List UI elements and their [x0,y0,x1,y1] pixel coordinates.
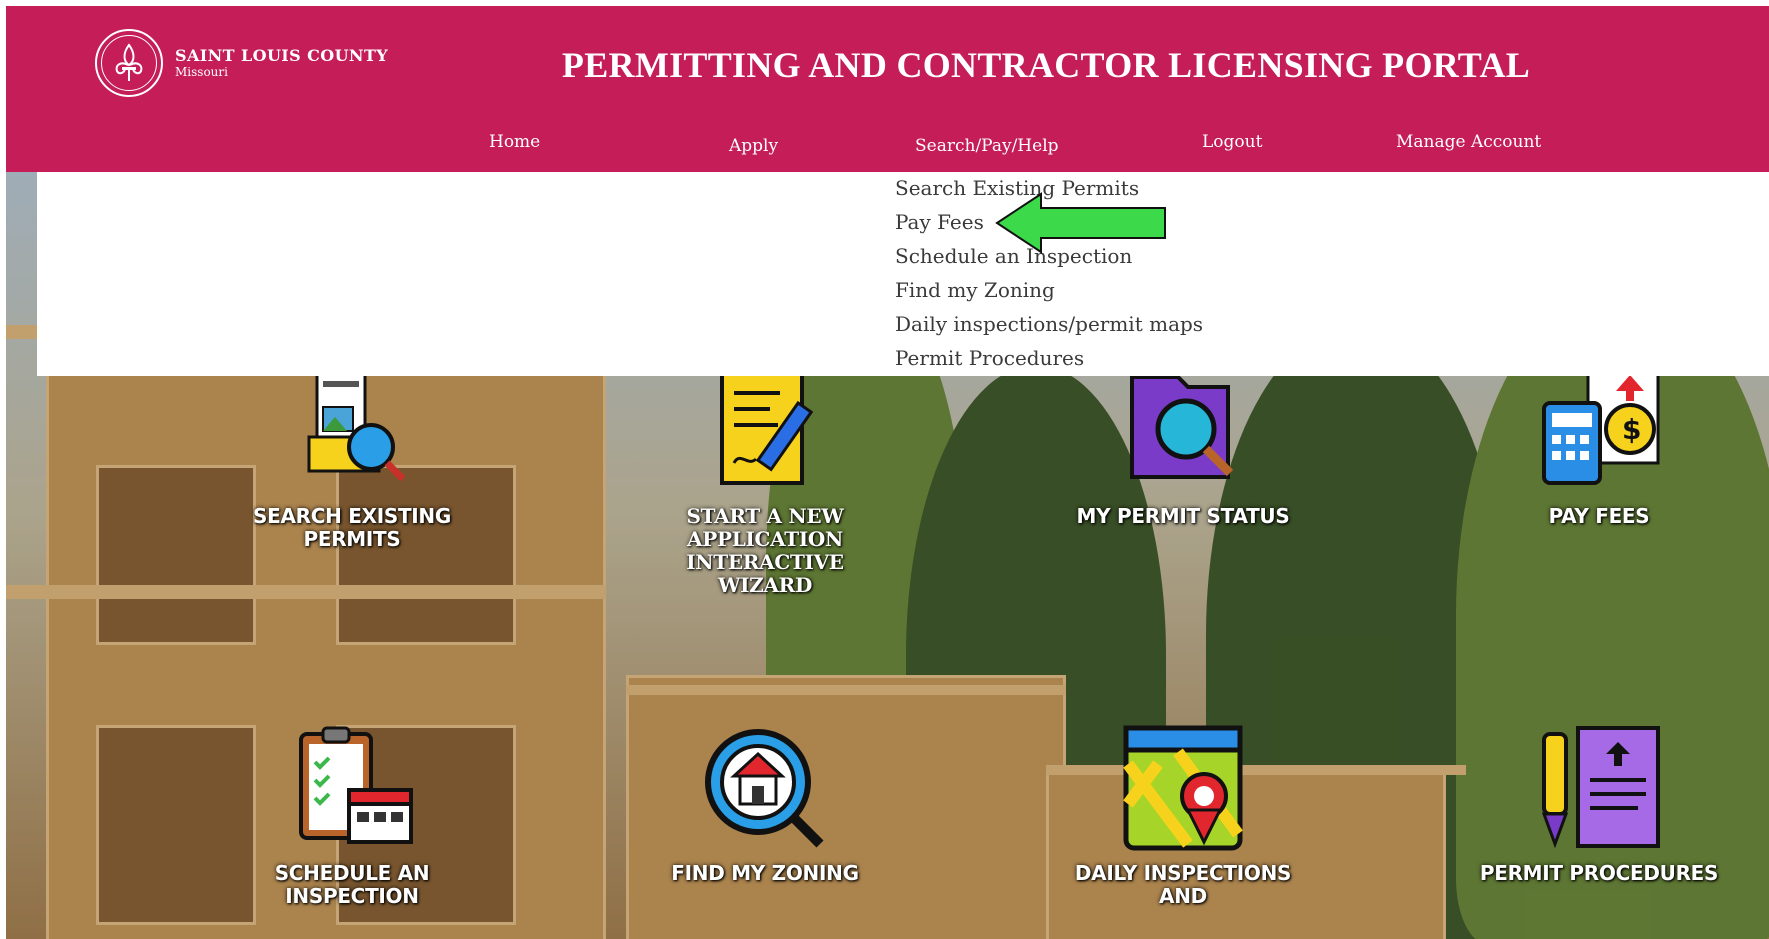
search-pay-help-dropdown: Search Existing Permits Pay Fees Schedul… [37,172,1769,376]
main-nav: Home Apply Search/Pay/Help Logout Manage… [6,132,1769,172]
tile-schedule-inspection[interactable]: SCHEDULE AN INSPECTION [232,724,472,908]
folder-magnifier-icon [1118,367,1248,497]
org-name: SAINT LOUIS COUNTY [175,46,389,65]
county-logo[interactable]: SAINT LOUIS COUNTY Missouri [95,29,388,97]
nav-logout[interactable]: Logout [1202,132,1262,152]
document-search-icon [287,367,417,497]
site-header: SAINT LOUIS COUNTY Missouri PERMITTING A… [6,6,1769,172]
fleur-de-lis-seal-icon [95,29,163,97]
dropdown-daily-inspections-maps[interactable]: Daily inspections/permit maps [895,312,1203,336]
green-arrow-icon [995,192,1166,254]
nav-home[interactable]: Home [489,132,540,152]
tile-search-existing-permits[interactable]: SEARCH EXISTING PERMITS [232,367,472,551]
pen-document-icon [1534,724,1664,854]
tile-my-permit-status[interactable]: MY PERMIT STATUS [1063,367,1303,528]
nav-search-pay-help[interactable]: Search/Pay/Help [915,136,1059,156]
house-magnifier-icon [700,724,830,854]
clipboard-calendar-icon [287,724,417,854]
svg-text:$: $ [1622,413,1641,446]
tile-permit-procedures[interactable]: PERMIT PROCEDURES [1479,724,1719,885]
dropdown-find-my-zoning[interactable]: Find my Zoning [895,278,1055,302]
tile-find-my-zoning[interactable]: FIND MY ZONING [645,724,885,885]
tile-pay-fees[interactable]: $ PAY FEES [1479,367,1719,528]
pen-paper-icon [700,367,830,497]
calculator-dollar-icon: $ [1534,367,1664,497]
dropdown-pay-fees[interactable]: Pay Fees [895,210,984,234]
portal-title: PERMITTING AND CONTRACTOR LICENSING PORT… [561,45,1531,85]
tile-daily-inspections[interactable]: DAILY INSPECTIONS AND [1063,724,1303,908]
org-state: Missouri [175,65,228,79]
tile-start-new-application[interactable]: START A NEW APPLICATION INTERACTIVE WIZA… [645,367,885,597]
nav-manage-account[interactable]: Manage Account [1396,132,1541,152]
dropdown-permit-procedures[interactable]: Permit Procedures [895,346,1084,370]
map-pin-icon [1118,724,1248,854]
nav-apply[interactable]: Apply [729,136,778,156]
